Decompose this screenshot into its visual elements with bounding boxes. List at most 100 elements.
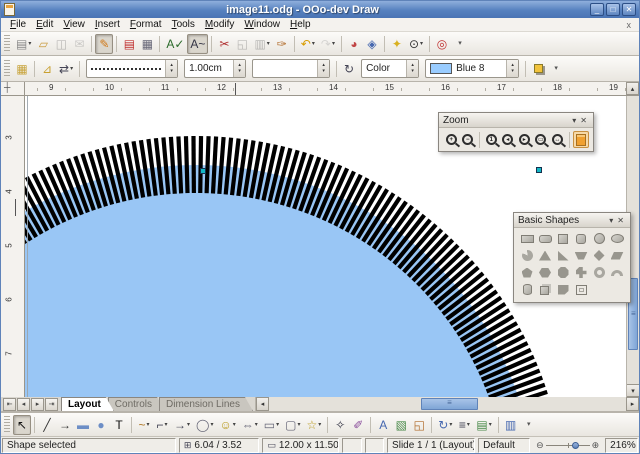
scroll-right-button[interactable]: ▸ (626, 397, 639, 411)
menu-tools[interactable]: Tools (167, 19, 200, 30)
zoom-100-button[interactable]: 1 (483, 131, 500, 148)
toolbar-options-button[interactable]: ▾ (547, 59, 565, 79)
previous-page-button[interactable]: ◂ (17, 398, 30, 411)
regular-pentagon-shape-button[interactable] (518, 264, 536, 281)
horizontal-scrollbar[interactable]: ◂ ▸ (255, 397, 639, 411)
toolbar-grip[interactable] (4, 35, 10, 51)
menu-format[interactable]: Format (125, 19, 167, 30)
symbol-shapes-button[interactable]: ☺▾ (216, 415, 238, 435)
zoom-in-button[interactable]: + (443, 131, 460, 148)
undo-button[interactable]: ↶▾ (298, 34, 318, 54)
object-zoom-button[interactable] (573, 131, 590, 148)
select-button[interactable]: ↖ (13, 415, 31, 435)
zoom-out-icon[interactable]: ⊖ (536, 440, 544, 451)
palette-close-icon[interactable]: ✕ (615, 216, 626, 225)
display-grid-button[interactable]: ✦ (388, 34, 406, 54)
clone-formatting-button[interactable]: ✑ (273, 34, 291, 54)
selection-handle[interactable] (200, 168, 206, 174)
line-style-select[interactable]: ▴▾ (86, 59, 178, 78)
circle-pie-shape-button[interactable] (518, 247, 536, 264)
menu-modify[interactable]: Modify (200, 19, 239, 30)
email-document-button[interactable]: ✉ (70, 34, 88, 54)
fontwork-gallery-button[interactable]: A (374, 415, 392, 435)
tab-controls[interactable]: Controls (108, 397, 165, 411)
lines-and-arrows-button[interactable]: →▾ (171, 415, 193, 435)
spinner-icon[interactable]: ▴▾ (406, 60, 418, 77)
spinner-icon[interactable]: ▴▾ (233, 60, 245, 77)
zoom-slider[interactable]: ⊖ ⊕ (533, 440, 602, 451)
vertical-ruler[interactable]: 34567 (1, 96, 25, 397)
toolbar-options-button[interactable]: ▾ (520, 415, 538, 435)
block-arrows-button[interactable]: ⇔▾ (239, 415, 261, 435)
line-width-input[interactable]: 1.00cm ▴▾ (184, 59, 246, 78)
zoom-entire-page-button[interactable]: ▭ (533, 131, 550, 148)
arrow-button[interactable]: → (56, 415, 74, 435)
frame-shape-button[interactable] (572, 281, 590, 298)
save-button[interactable]: ◫ (52, 34, 70, 54)
palette-menu-icon[interactable]: ▾ (607, 216, 615, 225)
maximize-button[interactable]: □ (606, 3, 620, 16)
line-button[interactable]: ╱ (38, 415, 56, 435)
toolbar-grip[interactable] (4, 60, 10, 78)
isosceles-triangle-shape-button[interactable] (536, 247, 554, 264)
minimize-button[interactable]: _ (590, 3, 604, 16)
glue-points-button[interactable]: ✐ (349, 415, 367, 435)
arrange-button[interactable]: ▤▾ (473, 415, 494, 435)
stars-button[interactable]: ☆▾ (303, 415, 324, 435)
palette-menu-icon[interactable]: ▾ (570, 116, 578, 125)
new-document-button[interactable]: ▤▾ (13, 34, 34, 54)
first-page-button[interactable]: ⇤ (3, 398, 16, 411)
close-document-button[interactable]: x (623, 20, 636, 30)
zoom-slider-track[interactable] (546, 445, 590, 446)
gallery-button[interactable]: ◱ (410, 415, 428, 435)
zoom-slider-thumb[interactable] (572, 442, 579, 449)
menu-view[interactable]: View (58, 19, 90, 30)
zoom-previous-button[interactable]: ◂ (500, 131, 517, 148)
palette-close-icon[interactable]: ✕ (578, 116, 589, 125)
hexagon-shape-button[interactable] (536, 264, 554, 281)
zoom-next-button[interactable]: ▸ (516, 131, 533, 148)
callouts-button[interactable]: ▢▾ (282, 415, 303, 435)
spinner-icon[interactable]: ▴▾ (165, 60, 177, 77)
menu-edit[interactable]: Edit (31, 19, 58, 30)
curve-button[interactable]: ~▾ (135, 415, 153, 435)
folded-corner-shape-button[interactable] (554, 281, 572, 298)
spinner-icon[interactable]: ▴▾ (317, 60, 329, 77)
connector-button[interactable]: ⌐▾ (153, 415, 171, 435)
menu-window[interactable]: Window (239, 19, 285, 30)
scroll-left-button[interactable]: ◂ (256, 397, 269, 411)
help-button[interactable]: ◎ (433, 34, 451, 54)
rounded-square-shape-button[interactable] (572, 230, 590, 247)
diamond-shape-button[interactable] (590, 247, 608, 264)
ellipse-button[interactable]: ● (92, 415, 110, 435)
page-style[interactable]: Default (478, 438, 530, 453)
spinner-icon[interactable]: ▴▾ (506, 60, 518, 77)
styles-button[interactable]: ▦ (13, 59, 31, 79)
auto-spellcheck-button[interactable]: A~ (187, 34, 208, 54)
selection-handle[interactable] (536, 167, 542, 173)
paste-button[interactable]: ▥▾ (251, 34, 272, 54)
zoom-out-button[interactable]: − (460, 131, 477, 148)
cut-button[interactable]: ✂ (215, 34, 233, 54)
shadow-button[interactable] (529, 59, 547, 79)
rounded-rectangle-shape-button[interactable] (536, 230, 554, 247)
rectangle-shape-button[interactable] (518, 230, 536, 247)
rectangle-button[interactable]: ▬ (74, 415, 92, 435)
arrow-style-button[interactable]: ⇄ ▾ (56, 59, 76, 79)
toolbar-grip[interactable] (4, 416, 10, 432)
area-style-button[interactable]: ↻ (340, 59, 358, 79)
redo-button[interactable]: ↷▾ (318, 34, 338, 54)
scroll-down-button[interactable]: ▾ (627, 384, 639, 397)
edit-points-button[interactable]: ✧ (331, 415, 349, 435)
cylinder-shape-button[interactable] (518, 281, 536, 298)
right-triangle-shape-button[interactable] (554, 247, 572, 264)
close-button[interactable]: ✕ (622, 3, 636, 16)
scroll-up-button[interactable]: ▴ (626, 82, 639, 95)
octagon-shape-button[interactable] (554, 264, 572, 281)
insert-image-button[interactable]: ▧ (392, 415, 410, 435)
alignment-button[interactable]: ≡▾ (455, 415, 473, 435)
menu-file[interactable]: File (5, 19, 31, 30)
text-button[interactable]: T (110, 415, 128, 435)
line-dialog-button[interactable]: ⊿ (38, 59, 56, 79)
basic-shapes-button[interactable]: ◯▾ (193, 415, 216, 435)
